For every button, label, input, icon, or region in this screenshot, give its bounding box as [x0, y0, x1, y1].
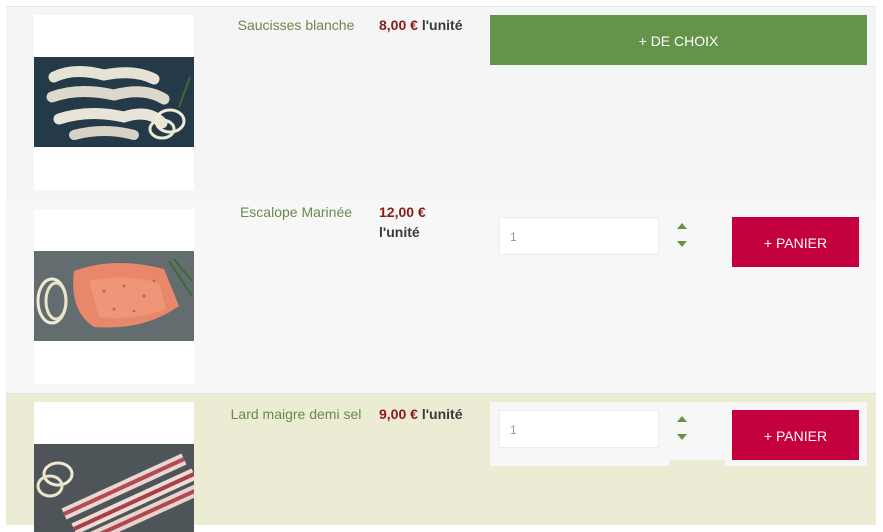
more-choice-button[interactable]: + DE CHOIX — [490, 15, 867, 65]
caret-down-icon[interactable] — [677, 434, 687, 440]
caret-up-icon[interactable] — [677, 223, 687, 229]
caret-down-icon[interactable] — [677, 241, 687, 247]
caret-up-icon[interactable] — [677, 416, 687, 422]
quantity-input[interactable]: 1 — [499, 410, 659, 448]
product-row-lard: Lard maigre demi sel 9,00 € l'unité 1 + … — [6, 394, 876, 532]
product-thumbnail[interactable] — [34, 209, 194, 384]
price-unit: l'unité — [421, 406, 463, 422]
quantity-panel: 1 + PANIER — [490, 209, 867, 273]
product-name[interactable]: Saucisses blanche — [228, 15, 364, 35]
product-list: Saucisses blanche 8,00 € l'unité + DE CH… — [0, 0, 883, 532]
product-thumbnail[interactable] — [34, 402, 194, 532]
price-amount: 9,00 € — [379, 406, 418, 422]
product-thumbnail[interactable] — [34, 15, 194, 190]
price-amount: 12,00 € — [379, 204, 426, 220]
product-photo — [34, 251, 194, 341]
product-price: 9,00 € l'unité — [379, 404, 479, 424]
product-photo — [34, 444, 194, 532]
quantity-panel: 1 + PANIER — [490, 402, 867, 476]
quantity-input[interactable]: 1 — [499, 217, 659, 255]
add-to-cart-button[interactable]: + PANIER — [732, 410, 859, 460]
product-name[interactable]: Lard maigre demi sel — [228, 404, 364, 424]
product-row-escalope: Escalope Marinée 12,00 € l'unité 1 + PAN… — [6, 201, 876, 394]
product-price: 8,00 € l'unité — [379, 15, 479, 35]
price-unit: l'unité — [421, 17, 463, 33]
add-to-cart-button[interactable]: + PANIER — [732, 217, 859, 267]
panel-notch — [669, 460, 725, 476]
product-photo — [34, 57, 194, 147]
product-name[interactable]: Escalope Marinée — [228, 202, 364, 222]
product-price: 12,00 € l'unité — [379, 202, 479, 242]
price-unit: l'unité — [379, 224, 420, 240]
product-row-saucisses: Saucisses blanche 8,00 € l'unité + DE CH… — [6, 6, 876, 202]
price-amount: 8,00 € — [379, 17, 418, 33]
